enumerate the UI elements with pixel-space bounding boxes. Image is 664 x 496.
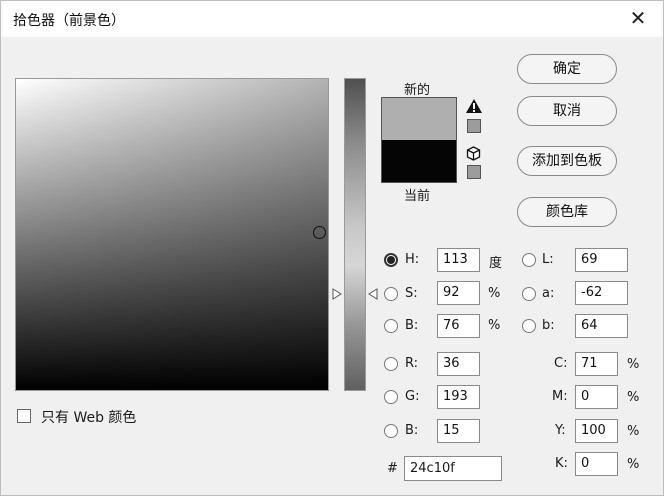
lab-a-input[interactable]: -62 bbox=[575, 281, 628, 305]
green-input[interactable]: 193 bbox=[437, 385, 480, 409]
brightness-input[interactable]: 76 bbox=[437, 314, 480, 338]
current-color-swatch[interactable] bbox=[382, 140, 456, 182]
new-color-swatch bbox=[382, 98, 456, 140]
slider-handle-right-icon[interactable] bbox=[368, 288, 378, 300]
green-label: G: bbox=[405, 389, 420, 404]
red-label: R: bbox=[405, 356, 419, 371]
green-radio[interactable] bbox=[384, 390, 398, 404]
yellow-unit: % bbox=[627, 424, 640, 439]
color-field-marker[interactable] bbox=[313, 226, 326, 239]
title-bar: 拾色器（前景色） ✕ bbox=[1, 1, 663, 37]
lab-l-label: L: bbox=[542, 252, 554, 267]
dialog-title: 拾色器（前景色） bbox=[13, 13, 125, 29]
brightness-radio[interactable] bbox=[384, 319, 398, 333]
saturation-label: S: bbox=[405, 286, 418, 301]
magenta-unit: % bbox=[627, 390, 640, 405]
blue-input[interactable]: 15 bbox=[437, 419, 480, 443]
blue-radio[interactable] bbox=[384, 424, 398, 438]
hex-input[interactable]: 24c10f bbox=[404, 456, 502, 481]
blue-label: B: bbox=[405, 423, 419, 438]
hue-radio[interactable] bbox=[384, 253, 398, 267]
color-libraries-button[interactable]: 颜色库 bbox=[517, 197, 617, 227]
color-preview bbox=[381, 97, 457, 183]
red-input[interactable]: 36 bbox=[437, 352, 480, 376]
lab-b-label: b: bbox=[542, 318, 555, 333]
add-to-swatches-button[interactable]: 添加到色板 bbox=[517, 146, 617, 176]
web-only-checkbox[interactable] bbox=[17, 409, 31, 423]
cyan-input[interactable]: 71 bbox=[575, 352, 618, 376]
warning-icon[interactable] bbox=[465, 98, 483, 114]
lab-a-label: a: bbox=[542, 286, 555, 301]
out-of-gamut-swatch[interactable] bbox=[467, 119, 481, 133]
lab-b-input[interactable]: 64 bbox=[575, 314, 628, 338]
saturation-radio[interactable] bbox=[384, 287, 398, 301]
red-radio[interactable] bbox=[384, 357, 398, 371]
web-only-label[interactable]: 只有 Web 颜色 bbox=[41, 407, 136, 427]
black-unit: % bbox=[627, 457, 640, 472]
ok-button[interactable]: 确定 bbox=[517, 54, 617, 84]
cyan-unit: % bbox=[627, 357, 640, 372]
hue-slider[interactable] bbox=[344, 78, 366, 391]
hue-label: H: bbox=[405, 252, 420, 267]
yellow-label: Y: bbox=[555, 423, 566, 438]
slider-handle-left-icon[interactable] bbox=[332, 288, 342, 300]
lab-b-radio[interactable] bbox=[522, 319, 536, 333]
yellow-input[interactable]: 100 bbox=[575, 419, 618, 443]
current-color-label: 当前 bbox=[404, 189, 431, 204]
cube-icon[interactable] bbox=[466, 146, 481, 161]
hue-unit: 度 bbox=[489, 256, 503, 271]
hue-input[interactable]: 113 bbox=[437, 248, 480, 272]
color-picker-dialog: 拾色器（前景色） ✕ 新的 当前 确定 取消 添加到色板 颜色库 H: 113 … bbox=[0, 0, 664, 496]
web-safe-swatch[interactable] bbox=[467, 165, 481, 179]
magenta-label: M: bbox=[552, 389, 568, 404]
brightness-unit: % bbox=[488, 318, 501, 333]
magenta-input[interactable]: 0 bbox=[575, 385, 618, 409]
black-input[interactable]: 0 bbox=[575, 452, 618, 476]
brightness-label: B: bbox=[405, 318, 419, 333]
saturation-input[interactable]: 92 bbox=[437, 281, 480, 305]
lab-l-input[interactable]: 69 bbox=[575, 248, 628, 272]
lab-a-radio[interactable] bbox=[522, 287, 536, 301]
close-icon[interactable]: ✕ bbox=[627, 7, 649, 29]
color-field[interactable] bbox=[15, 78, 329, 391]
black-label: K: bbox=[555, 456, 568, 471]
lab-l-radio[interactable] bbox=[522, 253, 536, 267]
new-color-label: 新的 bbox=[404, 83, 431, 98]
cyan-label: C: bbox=[554, 356, 568, 371]
cancel-button[interactable]: 取消 bbox=[517, 96, 617, 126]
hex-sign: # bbox=[387, 461, 398, 476]
saturation-unit: % bbox=[488, 286, 501, 301]
